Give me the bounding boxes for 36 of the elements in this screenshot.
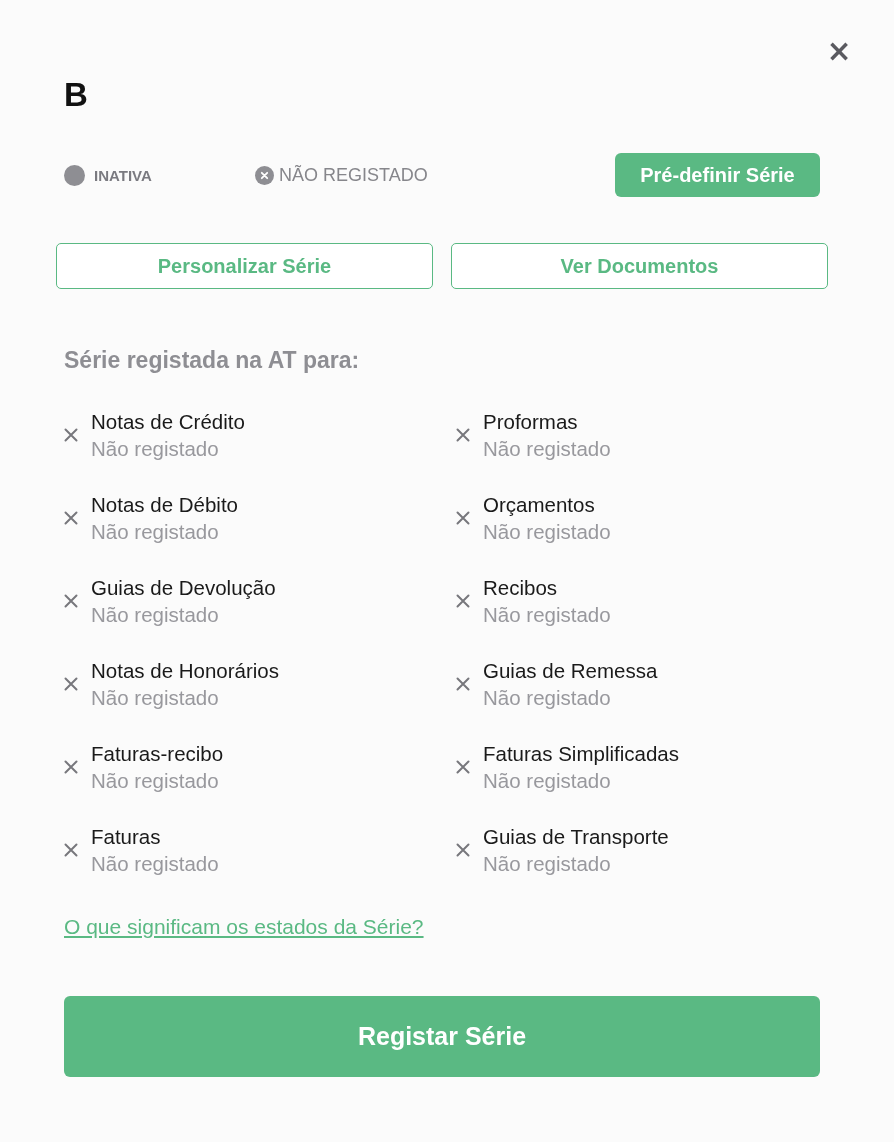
section-heading: Série registada na AT para:: [64, 346, 361, 375]
document-type-name: Proformas: [483, 409, 579, 435]
document-type-name: Notas de Crédito: [91, 409, 245, 435]
status-label: NÃO REGISTADO: [279, 164, 428, 186]
action-button[interactable]: Ver Documentos: [451, 243, 828, 289]
document-type-name: Faturas-recibo: [91, 741, 224, 767]
action-button[interactable]: Personalizar Série: [56, 243, 433, 289]
registration-status: Não registado: [91, 602, 220, 628]
registration-status: Não registado: [483, 436, 611, 462]
circle-x-icon: [255, 165, 274, 185]
close-button[interactable]: ×: [828, 40, 850, 62]
registration-status: Não registado: [483, 851, 612, 877]
registration-status: Não registado: [483, 685, 612, 711]
preset-series-button[interactable]: Pré-definir Série: [615, 153, 820, 197]
document-type-name: Guias de Transporte: [483, 824, 669, 850]
registration-status: Não registado: [91, 436, 220, 462]
status-label: INATIVA: [94, 166, 152, 184]
document-type-name: Recibos: [483, 575, 559, 601]
registration-status: Não registado: [91, 519, 220, 545]
dialog-title: B: [64, 75, 89, 115]
document-type-name: Guias de Remessa: [483, 658, 658, 684]
status-dot-icon: [64, 164, 85, 186]
document-type-name: Faturas Simplificadas: [483, 741, 679, 767]
document-type-name: Faturas: [91, 824, 162, 850]
registration-status: Não registado: [91, 685, 220, 711]
registration-status: Não registado: [483, 519, 611, 545]
registration-status: Não registado: [91, 851, 219, 877]
registration-status: Não registado: [91, 768, 220, 794]
help-link[interactable]: O que significam os estados da Série?: [64, 913, 424, 941]
document-type-name: Orçamentos: [483, 492, 596, 518]
registration-status: Não registado: [483, 602, 611, 628]
registration-status: Não registado: [483, 768, 612, 794]
document-type-name: Notas de Honorários: [91, 658, 279, 684]
document-type-name: Notas de Débito: [91, 492, 238, 518]
register-series-button[interactable]: Registar Série: [64, 996, 820, 1077]
document-type-name: Guias de Devolução: [91, 575, 276, 601]
